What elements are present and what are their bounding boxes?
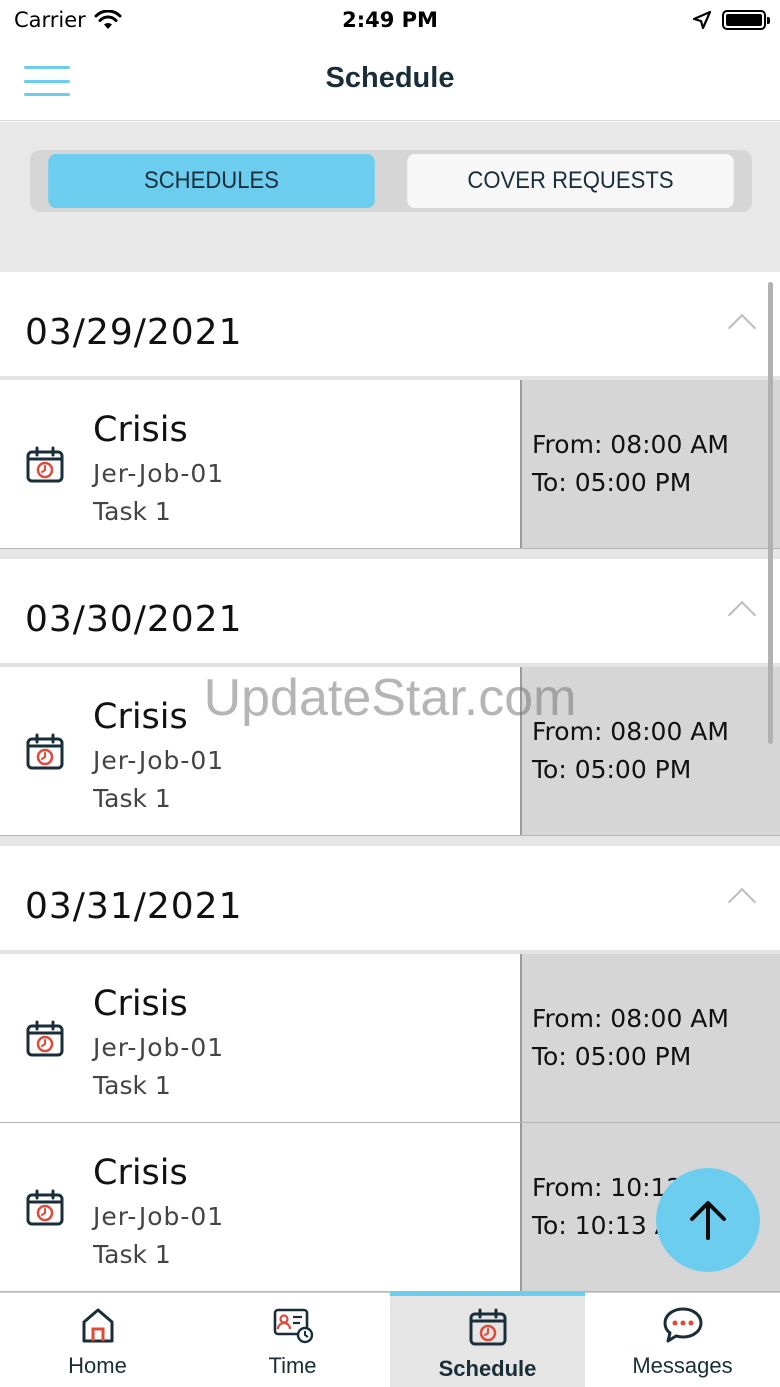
segment-control: SCHEDULES COVER REQUESTS [30,150,752,212]
section-divider [0,549,780,559]
calendar-clock-icon [26,1020,64,1057]
tab-home[interactable]: Home [0,1293,195,1387]
status-bar: Carrier 2:49 PM [0,0,780,40]
job-code: Jer-Job-01 [93,1033,225,1062]
calendar-clock-icon [26,1189,64,1226]
time-to: To: 05:00 PM [532,755,692,784]
chat-bubble-icon [663,1307,702,1343]
job-code: Jer-Job-01 [93,746,225,775]
scroll-to-top-button[interactable] [656,1168,760,1272]
arrow-up-icon [690,1201,726,1240]
location-arrow-icon [692,10,712,30]
row-details: Crisis Jer-Job-01 Task 1 [0,667,520,835]
schedule-row[interactable]: Crisis Jer-Job-01 Task 1 From: 08:00 AM … [0,667,780,836]
job-code: Jer-Job-01 [93,1202,225,1231]
battery-fill [726,14,762,26]
row-details: Crisis Jer-Job-01 Task 1 [0,954,520,1122]
schedule-list[interactable]: 03/29/2021 Crisis Jer-Job-01 Task 1 From… [0,272,780,1292]
tab-label: Time [268,1353,317,1378]
timecard-icon [273,1308,313,1344]
job-title: Crisis [93,697,188,737]
page-title: Schedule [325,62,455,94]
job-title: Crisis [93,1153,188,1193]
status-left: Carrier [14,8,122,32]
schedule-row[interactable]: Crisis Jer-Job-01 Task 1 From: 08:00 AM … [0,954,780,1123]
nav-header: Schedule [0,40,780,121]
date-label: 03/29/2021 [25,312,243,353]
wifi-icon [94,10,122,29]
date-label: 03/30/2021 [25,599,243,640]
time-from: From: 08:00 AM [532,1004,729,1033]
schedule-row[interactable]: Crisis Jer-Job-01 Task 1 From: 08:00 AM … [0,380,780,549]
tab-time[interactable]: Time [195,1293,390,1387]
tab-cover-requests[interactable]: COVER REQUESTS [407,154,734,208]
row-time: From: 08:00 AM To: 05:00 PM [520,380,780,548]
time-to: To: 10:13 A [532,1211,672,1240]
calendar-clock-icon [469,1308,506,1346]
bottom-tab-bar: Home Time Schedule Messages [0,1292,780,1387]
time-from: From: 08:00 AM [532,717,729,746]
date-label: 03/31/2021 [25,886,243,927]
tab-messages[interactable]: Messages [585,1293,780,1387]
job-title: Crisis [93,984,188,1024]
section-divider [0,836,780,846]
tab-schedule[interactable]: Schedule [390,1292,585,1387]
battery-icon [722,10,770,30]
chevron-up-icon[interactable] [727,600,757,630]
scrollbar[interactable] [768,282,773,744]
job-task: Task 1 [93,1240,171,1269]
time-to: To: 05:00 PM [532,468,692,497]
time-from: From: 08:00 AM [532,430,729,459]
time-to: To: 05:00 PM [532,1042,692,1071]
job-task: Task 1 [93,497,171,526]
home-icon [82,1308,113,1343]
job-title: Crisis [93,410,188,450]
status-right [692,10,770,30]
job-task: Task 1 [93,784,171,813]
tab-label: Home [68,1353,127,1378]
carrier-label: Carrier [14,8,86,32]
calendar-clock-icon [26,446,64,483]
row-details: Crisis Jer-Job-01 Task 1 [0,380,520,548]
chevron-up-icon[interactable] [727,887,757,917]
tab-schedules[interactable]: SCHEDULES [48,154,375,208]
row-details: Crisis Jer-Job-01 Task 1 [0,1123,520,1291]
chevron-up-icon[interactable] [727,313,757,343]
segment-area: SCHEDULES COVER REQUESTS [0,122,780,272]
date-header[interactable]: 03/31/2021 [0,846,780,954]
date-header[interactable]: 03/29/2021 [0,272,780,380]
row-time: From: 08:00 AM To: 05:00 PM [520,667,780,835]
date-header[interactable]: 03/30/2021 [0,559,780,667]
row-time: From: 08:00 AM To: 05:00 PM [520,954,780,1122]
tab-label: Schedule [438,1356,537,1381]
job-task: Task 1 [93,1071,171,1100]
tab-label: Messages [632,1353,733,1378]
calendar-clock-icon [26,733,64,770]
job-code: Jer-Job-01 [93,459,225,488]
